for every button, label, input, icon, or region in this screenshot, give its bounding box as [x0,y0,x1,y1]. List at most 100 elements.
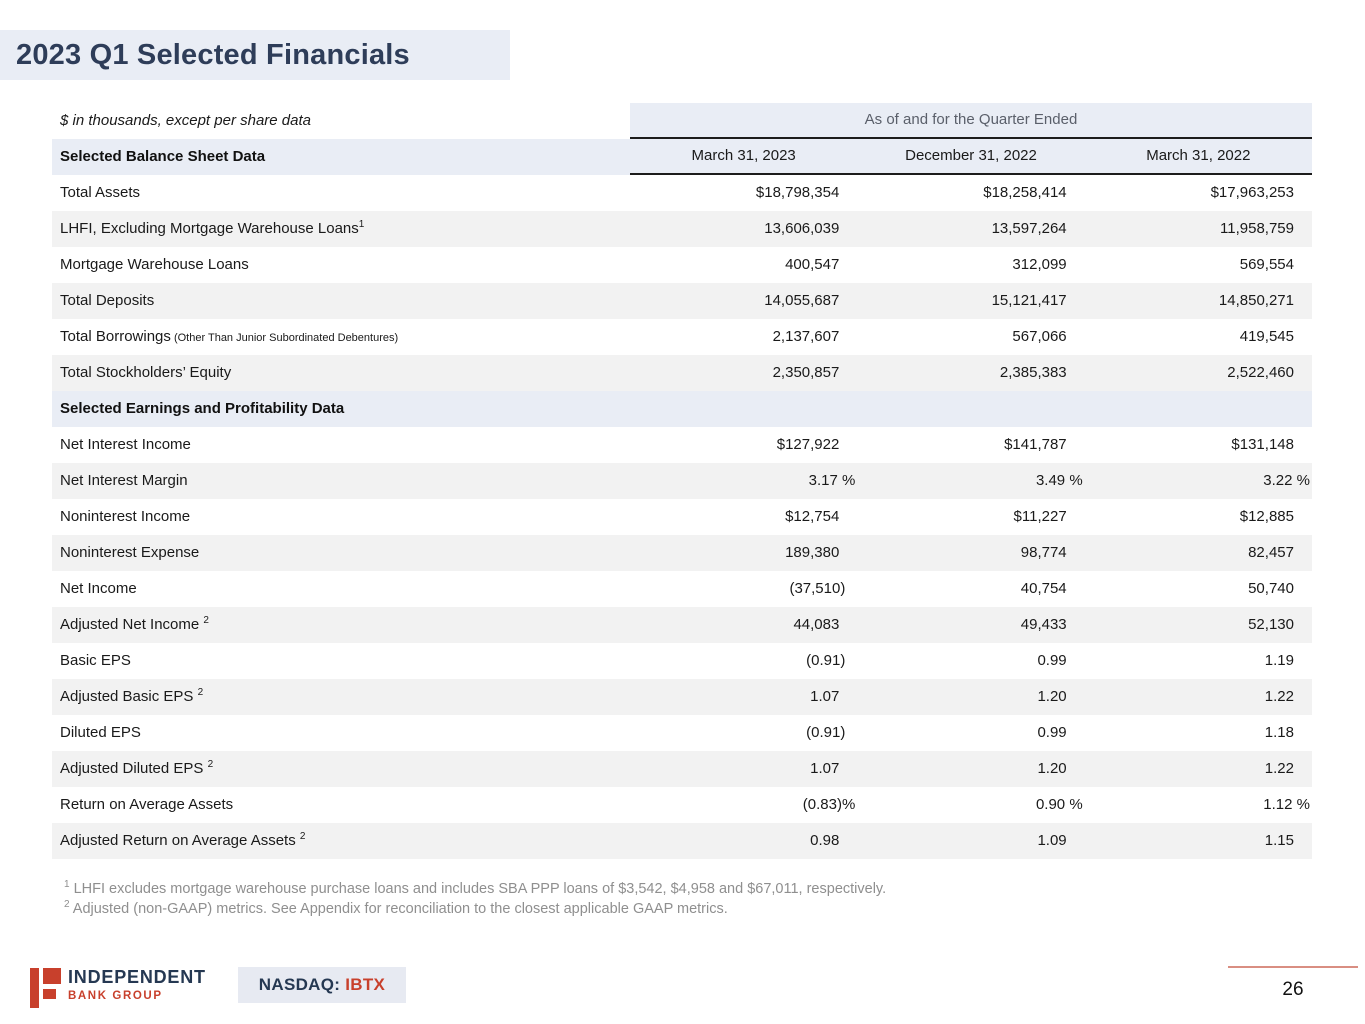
cell-value: 1.12 % [1085,787,1312,823]
cell-value: $18,258,414 [857,175,1084,211]
table-rows: Total Assets$18,798,354$18,258,414$17,96… [52,175,1312,859]
cell-value: 0.99 [857,643,1084,679]
cell-value: 1.07 [630,679,857,715]
cell-value: 1.22 [1085,679,1312,715]
table-row: Total Deposits14,055,68715,121,41714,850… [52,283,1312,319]
cell-value: 82,457 [1085,535,1312,571]
cell-value: 52,130 [1085,607,1312,643]
cell-value: $18,798,354 [630,175,857,211]
table-row: Mortgage Warehouse Loans400,547312,09956… [52,247,1312,283]
date-columns: March 31, 2023 December 31, 2022 March 3… [630,139,1312,175]
section-header-balance-sheet: Selected Balance Sheet Data [52,139,630,175]
cell-value: 0.90 % [857,787,1084,823]
table-row: Total Assets$18,798,354$18,258,414$17,96… [52,175,1312,211]
period-header: As of and for the Quarter Ended [630,103,1312,139]
cell-value: 567,066 [857,319,1084,355]
column-header: December 31, 2022 [857,139,1084,173]
table-row: Diluted EPS(0.91)0.991.18 [52,715,1312,751]
row-label: Adjusted Net Income 2 [52,607,630,643]
ticker-symbol: IBTX [345,975,385,995]
table-row: Adjusted Return on Average Assets 20.981… [52,823,1312,859]
title-block: 2023 Q1 Selected Financials [0,30,510,80]
column-header: March 31, 2022 [1085,139,1312,173]
cell-value: 1.15 [1085,823,1312,859]
cell-value: (37,510) [630,571,857,607]
table-row: Return on Average Assets(0.83)%0.90 %1.1… [52,787,1312,823]
row-label: Adjusted Diluted EPS 2 [52,751,630,787]
cell-value: 3.49 % [857,463,1084,499]
cell-value: 50,740 [1085,571,1312,607]
cell-value: 3.22 % [1085,463,1312,499]
cell-value: 312,099 [857,247,1084,283]
brand-text: INDEPENDENT BANK GROUP [68,967,206,1002]
cell-value: 1.09 [857,823,1084,859]
cell-value: $12,885 [1085,499,1312,535]
cell-value: 189,380 [630,535,857,571]
cell-value: 14,850,271 [1085,283,1312,319]
cell-value: 1.18 [1085,715,1312,751]
cell-value: $12,754 [630,499,857,535]
table-header-row-columns: Selected Balance Sheet Data March 31, 20… [52,139,1312,175]
cell-value: 1.20 [857,751,1084,787]
row-label: Total Borrowings (Other Than Junior Subo… [52,319,630,355]
row-label: Noninterest Income [52,499,630,535]
table-row: Basic EPS(0.91)0.991.19 [52,643,1312,679]
cell-value: (0.91) [630,643,857,679]
table-row: Total Borrowings (Other Than Junior Subo… [52,319,1312,355]
row-label: LHFI, Excluding Mortgage Warehouse Loans… [52,211,630,247]
brand-name: INDEPENDENT [68,967,206,988]
financials-table: $ in thousands, except per share data As… [52,103,1312,859]
table-row: Noninterest Income$12,754$11,227$12,885 [52,499,1312,535]
cell-value: 1.19 [1085,643,1312,679]
cell-value: $17,963,253 [1085,175,1312,211]
cell-value: 0.98 [630,823,857,859]
cell-value: 49,433 [857,607,1084,643]
cell-value: 13,597,264 [857,211,1084,247]
table-row: Net Income(37,510)40,75450,740 [52,571,1312,607]
row-label: Return on Average Assets [52,787,630,823]
cell-value: 2,350,857 [630,355,857,391]
footnotes: 1 LHFI excludes mortgage warehouse purch… [64,879,886,919]
ticker-badge: NASDAQ: IBTX [238,967,406,1003]
cell-value: 1.22 [1085,751,1312,787]
row-label: Total Deposits [52,283,630,319]
cell-value: 14,055,687 [630,283,857,319]
units-note: $ in thousands, except per share data [52,103,630,139]
bank-logo-icon [30,968,62,1008]
table-row: Adjusted Net Income 244,08349,43352,130 [52,607,1312,643]
section-header-row: Selected Earnings and Profitability Data [52,391,1312,427]
cell-value: $11,227 [857,499,1084,535]
page-title: 2023 Q1 Selected Financials [0,39,410,72]
cell-value: 1.20 [857,679,1084,715]
cell-value: 569,554 [1085,247,1312,283]
cell-value: 44,083 [630,607,857,643]
row-label: Net Interest Margin [52,463,630,499]
row-label: Mortgage Warehouse Loans [52,247,630,283]
table-row: Adjusted Basic EPS 21.071.201.22 [52,679,1312,715]
page-number: 26 [1228,979,1358,1001]
brand-subtitle: BANK GROUP [68,990,206,1002]
page-number-rule [1228,966,1358,968]
table-row: Noninterest Expense189,38098,77482,457 [52,535,1312,571]
table-row: Net Interest Margin3.17 %3.49 %3.22 % [52,463,1312,499]
cell-value: 98,774 [857,535,1084,571]
table-row: Net Interest Income$127,922$141,787$131,… [52,427,1312,463]
cell-value: 11,958,759 [1085,211,1312,247]
cell-value: 3.17 % [630,463,857,499]
slide: 2023 Q1 Selected Financials $ in thousan… [0,0,1365,1024]
cell-value: 40,754 [857,571,1084,607]
row-label: Diluted EPS [52,715,630,751]
cell-value: 2,385,383 [857,355,1084,391]
table-row: LHFI, Excluding Mortgage Warehouse Loans… [52,211,1312,247]
row-label: Adjusted Basic EPS 2 [52,679,630,715]
row-label: Noninterest Expense [52,535,630,571]
cell-value: $131,148 [1085,427,1312,463]
ticker-label: NASDAQ: [259,975,345,995]
row-label: Net Income [52,571,630,607]
company-logo: INDEPENDENT BANK GROUP [30,966,230,1010]
cell-value: 15,121,417 [857,283,1084,319]
row-label: Selected Earnings and Profitability Data [52,391,630,427]
cell-value: 419,545 [1085,319,1312,355]
cell-value: (0.91) [630,715,857,751]
column-header: March 31, 2023 [630,139,857,173]
